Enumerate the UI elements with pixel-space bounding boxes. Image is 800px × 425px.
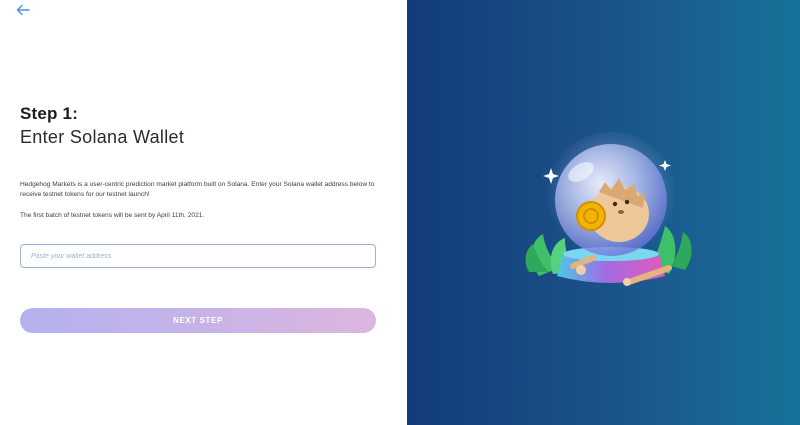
description-text: Hedgehog Markets is a user-centric predi… <box>20 181 375 198</box>
step-title: Step 1: <box>20 104 79 123</box>
wallet-address-input[interactable] <box>20 244 376 268</box>
note-text: The first batch of testnet tokens will b… <box>20 212 205 219</box>
illustration-panel <box>407 0 800 425</box>
back-button[interactable] <box>16 4 34 20</box>
page: Step 1: Enter Solana Wallet Hedgehog Mar… <box>0 0 800 425</box>
hedgehog-crystal-ball-illustration <box>525 132 692 286</box>
arrow-left-icon <box>16 4 30 16</box>
next-step-button[interactable]: NEXT STEP <box>20 308 376 333</box>
form-panel: Step 1: Enter Solana Wallet Hedgehog Mar… <box>0 0 407 425</box>
step-subtitle: Enter Solana Wallet <box>20 127 185 147</box>
